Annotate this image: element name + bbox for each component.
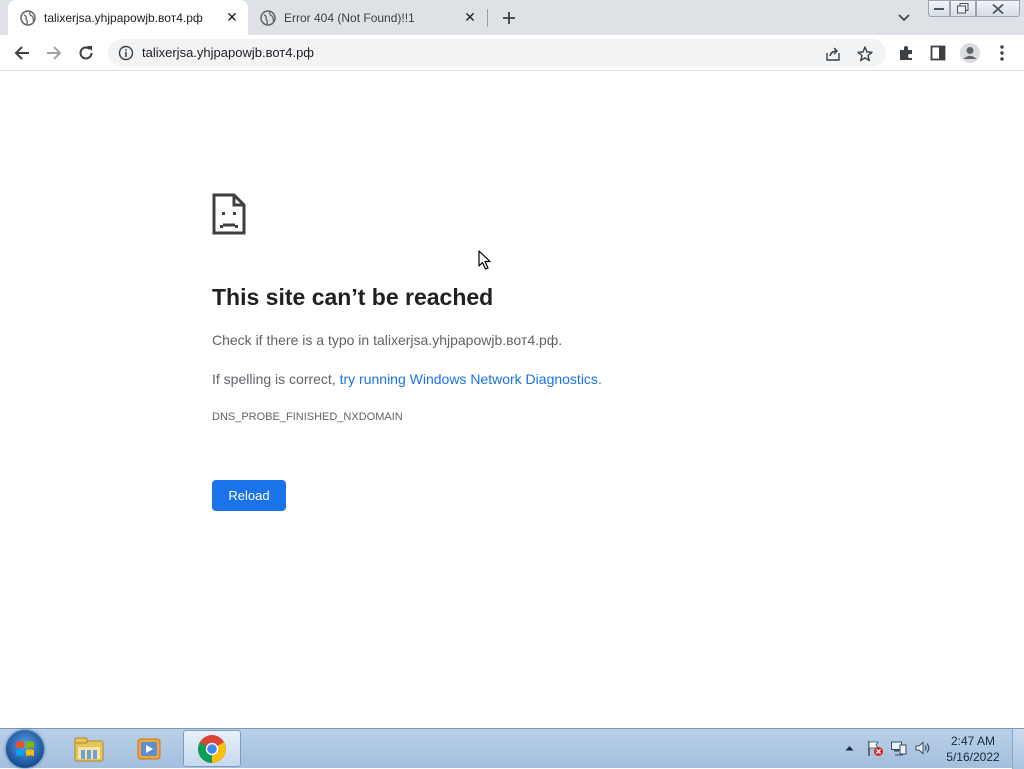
network-icon[interactable] <box>888 737 910 759</box>
bookmark-star-icon[interactable] <box>854 43 876 65</box>
new-tab-button[interactable] <box>496 5 522 31</box>
media-player-button[interactable] <box>120 730 178 767</box>
clock-date: 5/16/2022 <box>946 750 1000 764</box>
action-center-flag-icon[interactable] <box>864 737 886 759</box>
reload-icon[interactable] <box>70 37 102 69</box>
reload-button[interactable]: Reload <box>212 480 286 511</box>
network-diagnostics-link[interactable]: try running Windows Network Diagnostics <box>340 371 598 387</box>
diagnostics-hint: If spelling is correct, try running Wind… <box>212 371 602 387</box>
forward-button[interactable] <box>38 37 70 69</box>
diagnostics-prefix: If spelling is correct, <box>212 371 340 387</box>
taskbar: 2:47 AM 5/16/2022 <box>0 728 1024 769</box>
show-desktop-button[interactable] <box>1012 729 1024 769</box>
close-window-button[interactable] <box>976 0 1020 17</box>
tab-search-chevron-icon[interactable] <box>892 6 916 30</box>
info-icon[interactable] <box>118 45 134 61</box>
tab-active[interactable]: talixerjsa.yhjpapowjb.вот4.рф ✕ <box>8 0 248 35</box>
tab-title: talixerjsa.yhjpapowjb.вот4.рф <box>44 10 203 25</box>
show-hidden-icons-icon[interactable] <box>842 737 856 759</box>
system-clock[interactable]: 2:47 AM 5/16/2022 <box>938 733 1008 765</box>
globe-icon <box>20 9 36 26</box>
tab-separator <box>487 9 488 27</box>
windows-explorer-button[interactable] <box>60 730 118 767</box>
error-page: This site can’t be reached Check if ther… <box>0 72 1024 728</box>
address-bar[interactable]: talixerjsa.yhjpapowjb.вот4.рф <box>108 39 886 67</box>
error-title: This site can’t be reached <box>212 284 494 310</box>
browser-toolbar: talixerjsa.yhjpapowjb.вот4.рф <box>0 35 1024 71</box>
tab-strip: talixerjsa.yhjpapowjb.вот4.рф ✕ Error 40… <box>0 0 1024 35</box>
clock-time: 2:47 AM <box>950 734 996 748</box>
start-button[interactable] <box>6 730 44 768</box>
profile-avatar-icon[interactable] <box>954 37 986 69</box>
globe-icon <box>260 9 276 26</box>
error-code: DNS_PROBE_FINISHED_NXDOMAIN <box>212 411 403 423</box>
restore-button[interactable] <box>950 0 976 17</box>
side-panel-icon[interactable] <box>922 37 954 69</box>
back-button[interactable] <box>6 37 38 69</box>
volume-icon[interactable] <box>912 737 934 759</box>
close-tab-icon[interactable]: ✕ <box>460 8 480 28</box>
mouse-pointer-icon <box>478 250 492 270</box>
tab-title: Error 404 (Not Found)!!1 <box>284 10 415 25</box>
close-tab-icon[interactable]: ✕ <box>222 8 242 28</box>
menu-kebab-icon[interactable] <box>986 37 1018 69</box>
typo-hint: Check if there is a typo in talixerjsa.y… <box>212 332 563 348</box>
url-text: talixerjsa.yhjpapowjb.вот4.рф <box>142 45 314 60</box>
extensions-puzzle-icon[interactable] <box>890 37 922 69</box>
sad-page-icon <box>212 193 246 235</box>
chrome-taskbar-button[interactable] <box>183 730 241 767</box>
share-icon[interactable] <box>822 43 844 65</box>
diagnostics-suffix: . <box>597 371 602 387</box>
tab-inactive[interactable]: Error 404 (Not Found)!!1 ✕ <box>248 0 486 35</box>
minimize-button[interactable] <box>928 0 950 17</box>
